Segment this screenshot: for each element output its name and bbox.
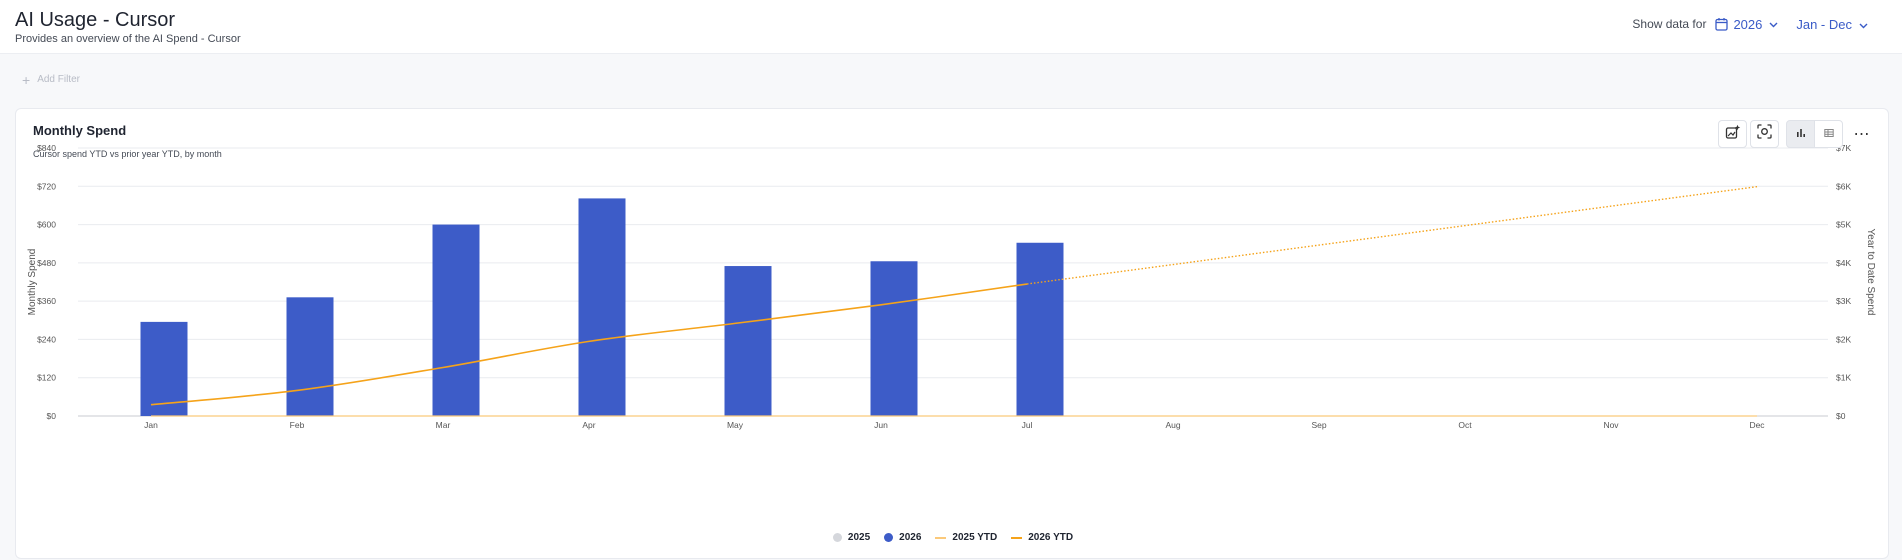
monthly-spend-card: $0 $120 $240 $360 $480 $600 $720 $840 $0 $1K $2K $3… bbox=[15, 108, 1889, 559]
x-tick-label: Sep bbox=[1311, 420, 1326, 430]
y-tick-label: $480 bbox=[37, 258, 56, 268]
chevron-down-icon bbox=[1769, 17, 1778, 31]
legend-label: 2025 bbox=[847, 532, 871, 543]
x-tick-label: Nov bbox=[1603, 420, 1619, 430]
page-header: AI Usage - Cursor Provides an overview o… bbox=[0, 0, 1902, 54]
screenshot-button[interactable] bbox=[1750, 120, 1779, 148]
y-tick-label: $600 bbox=[37, 220, 56, 230]
y-tick-label: $720 bbox=[37, 181, 56, 191]
ai-insights-button[interactable] bbox=[1718, 120, 1747, 148]
y-tick-label: $240 bbox=[37, 334, 56, 344]
page-title: AI Usage - Cursor bbox=[15, 9, 176, 31]
x-tick-label: Oct bbox=[1458, 420, 1472, 430]
y2-axis-title: Year to Date Spend bbox=[1865, 229, 1876, 316]
legend-label: 2025 YTD bbox=[952, 532, 998, 543]
chart-legend: 2025 2026 2025 YTD 2026 YTD bbox=[16, 532, 1890, 543]
chart-toolbar: ⋯ bbox=[1715, 120, 1875, 148]
legend-label: 2026 bbox=[899, 532, 922, 543]
legend-item-2025-ytd[interactable]: 2025 YTD bbox=[935, 532, 997, 543]
calendar-icon bbox=[1715, 17, 1729, 31]
more-icon[interactable]: ⋯ bbox=[1849, 120, 1875, 148]
y2-tick-label: $4K bbox=[1836, 258, 1851, 268]
y2-tick-label: $5K bbox=[1836, 220, 1851, 230]
y2-tick-label: $0 bbox=[1836, 411, 1846, 421]
year-select[interactable]: 2026 bbox=[1715, 17, 1778, 32]
y2-tick-label: $2K bbox=[1836, 334, 1851, 344]
legend-swatch bbox=[935, 536, 947, 539]
bar-2026 bbox=[870, 261, 918, 416]
legend-item-2026-ytd[interactable]: 2026 YTD bbox=[1011, 532, 1073, 543]
ai-sparkle-icon bbox=[1725, 124, 1741, 145]
y2-tick-label: $1K bbox=[1836, 373, 1851, 383]
date-controls: Show data for 2026 Jan - Dec bbox=[1632, 14, 1868, 34]
table-icon bbox=[1823, 125, 1834, 143]
y-axis-title: Monthly Spend bbox=[27, 249, 38, 316]
card-subtitle: Cursor spend YTD vs prior year YTD, by m… bbox=[33, 149, 222, 159]
page-subtitle: Provides an overview of the AI Spend - C… bbox=[15, 33, 241, 45]
range-value: Jan - Dec bbox=[1796, 16, 1852, 32]
y2-tick-label: $3K bbox=[1836, 296, 1851, 306]
screenshot-icon bbox=[1757, 124, 1772, 144]
y2-tick-label: $6K bbox=[1836, 181, 1851, 191]
chevron-down-icon bbox=[1859, 17, 1868, 32]
x-tick-label: Dec bbox=[1749, 420, 1765, 430]
show-data-label: Show data for bbox=[1632, 17, 1707, 31]
add-filter-label: Add Filter bbox=[37, 74, 80, 85]
legend-item-2025[interactable]: 2025 bbox=[832, 532, 871, 543]
bar-2026 bbox=[724, 266, 772, 416]
add-filter-button[interactable]: + Add Filter bbox=[22, 71, 80, 88]
y-tick-label: $0 bbox=[47, 411, 57, 421]
monthly-spend-chart: $0$120$240$360$480$600$720$840$0$1K$2K$3… bbox=[27, 143, 1876, 430]
bar-2026 bbox=[578, 198, 626, 416]
bar-2026 bbox=[432, 224, 480, 416]
range-select[interactable]: Jan - Dec bbox=[1796, 17, 1868, 32]
x-tick-label: May bbox=[727, 420, 744, 430]
legend-swatch bbox=[1011, 536, 1023, 539]
legend-label: 2026 YTD bbox=[1028, 532, 1074, 543]
legend-swatch bbox=[832, 533, 842, 542]
x-tick-label: Jun bbox=[874, 420, 888, 430]
x-tick-label: Aug bbox=[1165, 420, 1180, 430]
line-2026-ytd-projection bbox=[1026, 185, 1758, 285]
chart-view-button[interactable] bbox=[1786, 120, 1815, 148]
year-value: 2026 bbox=[1733, 16, 1763, 32]
bar-2026 bbox=[286, 297, 334, 416]
legend-swatch bbox=[884, 533, 894, 542]
x-tick-label: Mar bbox=[436, 420, 451, 430]
bar-2026 bbox=[1016, 242, 1064, 416]
x-tick-label: Feb bbox=[290, 420, 305, 430]
y-tick-label: $120 bbox=[37, 373, 56, 383]
plus-icon: + bbox=[22, 71, 31, 88]
x-tick-label: Apr bbox=[582, 420, 595, 430]
card-title: Monthly Spend bbox=[33, 123, 127, 138]
legend-item-2026[interactable]: 2026 bbox=[884, 532, 921, 543]
table-view-button[interactable] bbox=[1814, 120, 1843, 148]
bar-chart-icon bbox=[1796, 125, 1806, 143]
x-tick-label: Jul bbox=[1022, 420, 1033, 430]
y-tick-label: $360 bbox=[37, 296, 56, 306]
x-tick-label: Jan bbox=[144, 420, 158, 430]
